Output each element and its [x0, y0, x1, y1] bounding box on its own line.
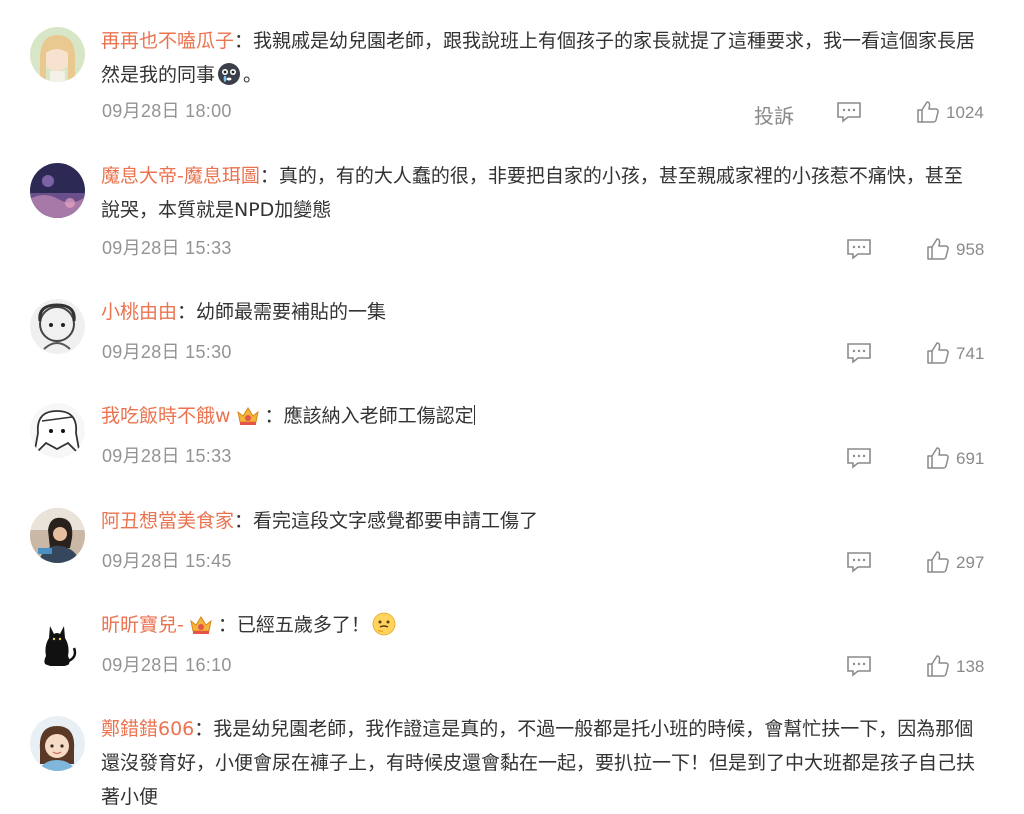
reply-icon[interactable] — [846, 342, 872, 364]
like-count: 297 — [956, 553, 985, 572]
crown-badge-icon[interactable] — [235, 404, 261, 426]
reply-icon[interactable] — [846, 655, 872, 677]
username[interactable]: 再再也不嗑瓜子 — [101, 30, 234, 52]
text-caret — [473, 405, 475, 425]
thumbs-up-icon[interactable] — [926, 446, 950, 470]
reply-icon[interactable] — [846, 447, 872, 469]
comment-text: 小桃由由：幼師最需要補貼的一集 — [101, 295, 1001, 329]
comment-content: 著小便 — [101, 786, 159, 808]
separator: ： — [217, 614, 237, 636]
reply-icon[interactable] — [846, 551, 872, 573]
comment-time: 09月28日 15:33 — [102, 238, 232, 258]
thumbs-up-icon[interactable] — [926, 237, 950, 261]
username[interactable]: 阿丑想當美食家 — [101, 510, 234, 532]
avatar[interactable] — [30, 163, 85, 218]
comment-time: 09月28日 15:30 — [102, 342, 232, 362]
like-count: 138 — [956, 657, 985, 676]
crown-badge-icon[interactable] — [188, 613, 214, 635]
separator: ： — [234, 30, 254, 52]
comment-time: 09月28日 18:00 — [102, 101, 232, 121]
comment-text: 再再也不嗑瓜子：我親戚是幼兒園老師，跟我說班上有個孩子的家長就提了這種要求，我一… — [101, 24, 1001, 92]
separator: ： — [259, 165, 279, 187]
reply-icon[interactable] — [846, 238, 872, 260]
comment-text: 昕昕寶兒- ：已經五歲多了！ — [101, 608, 1001, 642]
comment-content: 說哭，本質就是NPD加變態 — [101, 199, 332, 221]
separator: ： — [234, 510, 254, 532]
comment-content: 應該納入老師工傷認定 — [283, 405, 474, 427]
comment-content: 。 — [243, 64, 263, 86]
report-button[interactable]: 投訴 — [754, 100, 794, 129]
comment-time: 09月28日 15:45 — [102, 551, 232, 571]
username[interactable]: 鄭錯錯606 — [101, 718, 194, 740]
reply-icon[interactable] — [836, 101, 862, 123]
comment-text: 阿丑想當美食家：看完這段文字感覺都要申請工傷了 — [101, 504, 1001, 538]
avatar[interactable] — [30, 27, 85, 82]
comment-content: 已經五歲多了！ — [236, 614, 370, 636]
comment-text: 鄭錯錯606：我是幼兒園老師，我作證這是真的，不過一般都是托小班的時候，會幫忙扶… — [101, 712, 1001, 814]
avatar[interactable] — [30, 403, 85, 458]
crying-face-emoji — [217, 62, 241, 86]
username[interactable]: 我吃飯時不餓w — [101, 405, 231, 427]
comment-text: 魔息大帝-魔息珥圖：真的，有的大人蠢的很，非要把自家的小孩，甚至親戚家裡的小孩惹… — [101, 159, 1001, 227]
thumbs-up-icon[interactable] — [926, 341, 950, 365]
like-count: 691 — [956, 449, 985, 468]
thumbs-up-icon[interactable] — [926, 550, 950, 574]
username[interactable]: 昕昕寶兒- — [101, 614, 184, 636]
avatar[interactable] — [30, 612, 85, 667]
comment-content: 我是幼兒園老師，我作證這是真的，不過一般都是托小班的時候，會幫忙扶一下，因為那個 — [213, 718, 974, 740]
separator: ： — [194, 718, 214, 740]
thinking-face-emoji — [372, 612, 396, 636]
separator: ： — [177, 301, 197, 323]
comment-content: 我親戚是幼兒園老師，跟我說班上有個孩子的家長就提了這種要求，我一看這個家長居 — [253, 30, 976, 52]
thumbs-up-icon[interactable] — [916, 100, 940, 124]
comment-content: 還沒發育好，小便會尿在褲子上，有時候皮還會黏在一起，要扒拉一下！但是到了中大班都… — [101, 752, 976, 774]
like-count: 741 — [956, 344, 985, 363]
thumbs-up-icon[interactable] — [926, 654, 950, 678]
username[interactable]: 魔息大帝-魔息珥圖 — [101, 165, 260, 187]
separator: ： — [264, 405, 284, 427]
username[interactable]: 小桃由由 — [101, 301, 177, 323]
comment-content: 真的，有的大人蠢的很，非要把自家的小孩，甚至親戚家裡的小孩惹不痛快，甚至 — [278, 165, 963, 187]
comment-content: 然是我的同事 — [101, 64, 216, 86]
comment-time: 09月28日 15:33 — [102, 446, 232, 466]
comment-content: 幼師最需要補貼的一集 — [196, 301, 387, 323]
avatar[interactable] — [30, 299, 85, 354]
avatar[interactable] — [30, 716, 85, 771]
like-count: 1024 — [946, 103, 984, 122]
comment-time: 09月28日 16:10 — [102, 655, 232, 675]
avatar[interactable] — [30, 508, 85, 563]
comment-text: 我吃飯時不餓w ：應該納入老師工傷認定 — [101, 399, 1001, 433]
like-count: 958 — [956, 240, 985, 259]
comment-content: 看完這段文字感覺都要申請工傷了 — [253, 510, 539, 532]
